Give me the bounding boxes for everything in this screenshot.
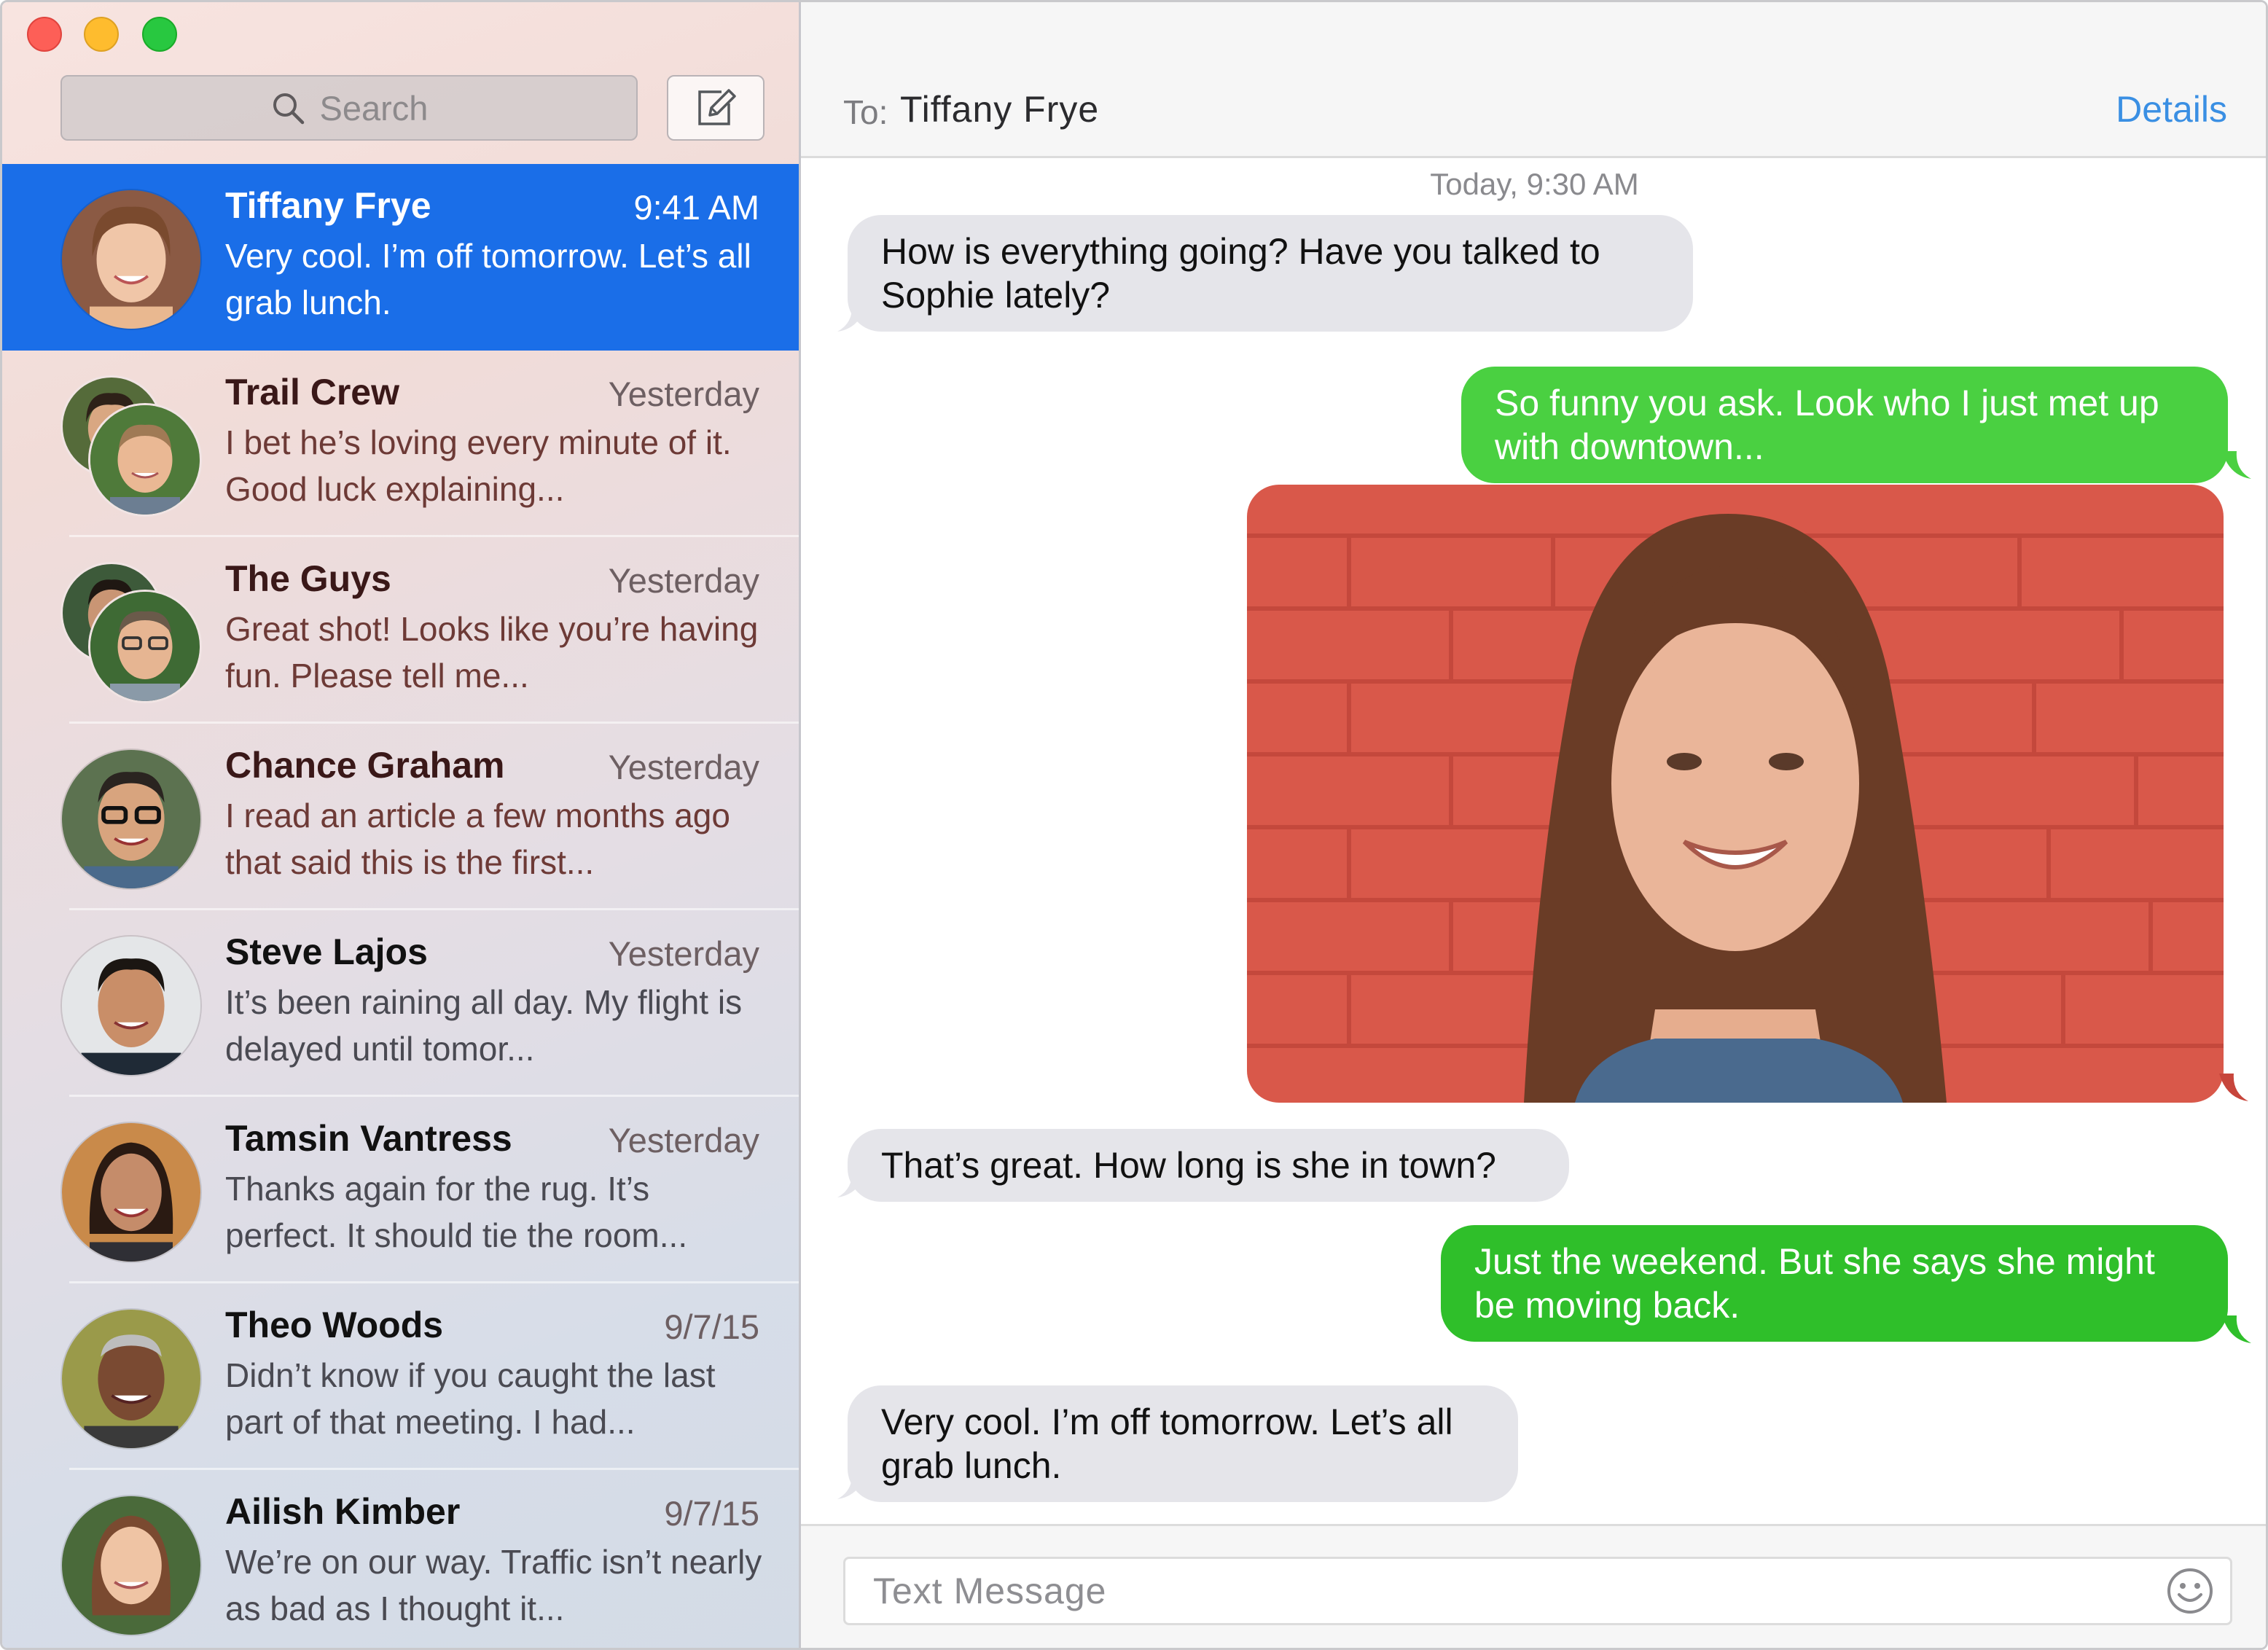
close-window-button[interactable] (27, 17, 62, 52)
compose-button[interactable] (667, 75, 765, 141)
conversation-name: Steve Lajos (225, 931, 428, 972)
zoom-window-button[interactable] (142, 17, 177, 52)
conversation-time: Yesterday (608, 1121, 759, 1160)
conversation-name: Tiffany Frye (225, 185, 431, 226)
conversation-pane: To: Tiffany Frye Details Today, 9:30 AM … (801, 2, 2266, 1648)
emoji-button[interactable] (2166, 1567, 2214, 1615)
conversation-row-tiffany-frye[interactable]: Tiffany Frye 9:41 AM Very cool. I’m off … (2, 164, 799, 351)
conversation-row-trail-crew[interactable]: Trail Crew Yesterday I bet he’s loving e… (2, 351, 799, 537)
conversation-preview: I read an article a few months ago that … (225, 797, 730, 881)
message-bubble-outgoing[interactable]: Just the weekend. But she says she might… (1441, 1225, 2228, 1342)
emoji-icon (2167, 1568, 2213, 1614)
conversation-header: To: Tiffany Frye Details (801, 2, 2266, 158)
conversation-row-theo-woods[interactable]: Theo Woods 9/7/15 Didn’t know if you cau… (2, 1283, 799, 1470)
to-label: To: (843, 93, 888, 131)
conversation-preview: It’s been raining all day. My flight is … (225, 983, 743, 1068)
avatar (60, 1495, 202, 1636)
compose-icon (698, 89, 736, 125)
magnifier-icon (273, 93, 304, 125)
conversation-time: Yesterday (608, 375, 759, 413)
bubble-tail (2222, 1315, 2251, 1343)
conversation-time: Yesterday (608, 561, 759, 600)
conversation-row-chance-graham[interactable]: Chance Graham Yesterday I read an articl… (2, 724, 799, 910)
conversation-time: Yesterday (608, 748, 759, 786)
avatar (60, 189, 202, 330)
conversation-name: Ailish Kimber (225, 1491, 461, 1532)
conversation-row-tamsin-vantress[interactable]: Tamsin Vantress Yesterday Thanks again f… (2, 1097, 799, 1283)
conversation-preview: Didn’t know if you caught the last part … (225, 1356, 716, 1441)
thread-timestamp: Today, 9:30 AM (1430, 167, 1639, 201)
text-message-input[interactable] (843, 1557, 2232, 1625)
avatar (60, 748, 202, 890)
conversation-name: Theo Woods (225, 1305, 444, 1345)
conversation-name: The Guys (225, 558, 391, 599)
conversation-time: Yesterday (608, 934, 759, 973)
conversation-row-ailish-kimber[interactable]: Ailish Kimber 9/7/15 We’re on our way. T… (2, 1470, 799, 1648)
message-bubble-incoming[interactable]: That’s great. How long is she in town? (848, 1129, 1569, 1202)
bubble-tail (2219, 1074, 2248, 1101)
conversation-preview: Very cool. I’m off tomorrow. Let’s all g… (225, 237, 751, 321)
conversation-preview: Thanks again for the rug. It’s perfect. … (225, 1170, 688, 1254)
group-avatar (60, 562, 202, 703)
search-field[interactable]: Search (60, 75, 638, 141)
conversation-name: Chance Graham (225, 745, 505, 786)
avatar (60, 1308, 202, 1450)
conversation-preview: We’re on our way. Traffic isn’t nearly a… (225, 1543, 762, 1627)
conversation-name: Tamsin Vantress (225, 1118, 512, 1159)
details-button[interactable]: Details (2116, 88, 2227, 130)
recipient-name[interactable]: Tiffany Frye (900, 88, 1099, 130)
conversation-time: 9:41 AM (633, 188, 759, 227)
conversation-time: 9/7/15 (664, 1307, 759, 1346)
sidebar: Search Tiffany Frye 9:41 AM Very cool. I… (2, 2, 801, 1648)
minimize-window-button[interactable] (84, 17, 119, 52)
message-bubble-outgoing[interactable]: So funny you ask. Look who I just met up… (1461, 367, 2228, 483)
message-bubble-incoming[interactable]: How is everything going? Have you talked… (848, 215, 1693, 332)
messages-window: Search Tiffany Frye 9:41 AM Very cool. I… (0, 0, 2268, 1650)
conversation-name: Trail Crew (225, 372, 399, 412)
composer-bar (801, 1524, 2266, 1648)
photo-attachment[interactable] (1247, 485, 2224, 1103)
avatar (60, 1122, 202, 1263)
conversation-row-the-guys[interactable]: The Guys Yesterday Great shot! Looks lik… (2, 537, 799, 724)
message-bubble-incoming[interactable]: Very cool. I’m off tomorrow. Let’s all g… (848, 1385, 1518, 1502)
group-avatar (60, 375, 202, 517)
conversation-row-steve-lajos[interactable]: Steve Lajos Yesterday It’s been raining … (2, 910, 799, 1097)
conversation-time: 9/7/15 (664, 1494, 759, 1533)
conversation-preview: I bet he’s loving every minute of it. Go… (225, 423, 732, 508)
avatar (60, 935, 202, 1076)
search-placeholder: Search (319, 88, 429, 128)
conversation-list: Tiffany Frye 9:41 AM Very cool. I’m off … (2, 164, 799, 1648)
conversation-preview: Great shot! Looks like you’re having fun… (225, 610, 759, 695)
